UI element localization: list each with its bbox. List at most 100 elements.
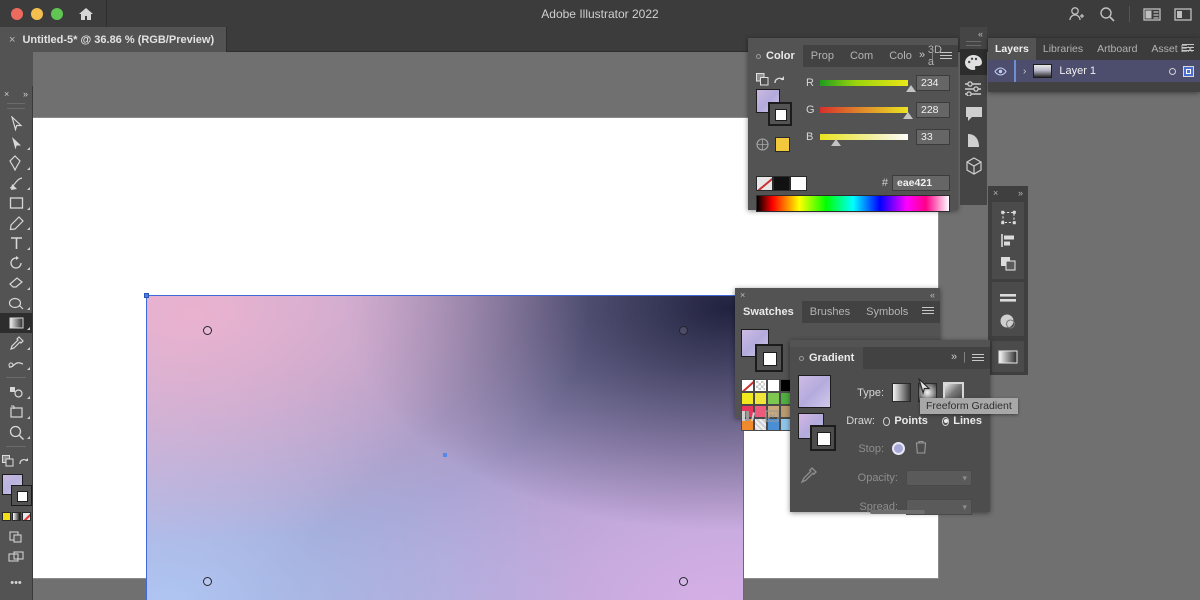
- tool-rectangle[interactable]: [0, 193, 32, 213]
- chevron-right-icon[interactable]: ›: [1023, 66, 1026, 77]
- swatches-panel-tools[interactable]: [922, 305, 934, 316]
- dock-group-transform[interactable]: [992, 202, 1024, 279]
- slider-track-r[interactable]: [820, 79, 908, 87]
- document-tab[interactable]: × Untitled-5* @ 36.86 % (RGB/Preview): [0, 27, 227, 52]
- slider-row-r[interactable]: R 234: [806, 75, 950, 91]
- tab-color-guide[interactable]: Colo: [881, 45, 920, 67]
- color-mode-button[interactable]: [2, 512, 11, 521]
- close-swatches-icon[interactable]: ×: [740, 290, 745, 300]
- layer-selected-indicator[interactable]: [1183, 66, 1194, 77]
- expand-panel-icon[interactable]: »: [919, 49, 925, 61]
- home-icon[interactable]: [77, 5, 95, 23]
- color-panel-tools[interactable]: » |: [919, 49, 952, 61]
- dock-properties-panel[interactable]: [960, 75, 987, 101]
- dock-gradient-panel[interactable]: [992, 345, 1024, 368]
- slider-thumb-b[interactable]: [831, 139, 841, 146]
- opacity-dropdown[interactable]: ▾: [906, 470, 972, 486]
- minimize-window-button[interactable]: [31, 8, 43, 20]
- color-fill-stroke-indicator[interactable]: [756, 89, 792, 127]
- gradient-draw-row[interactable]: Draw: Points Lines: [846, 415, 982, 427]
- swatch-yellow-2[interactable]: [754, 392, 767, 405]
- dock-group-gradient[interactable]: [992, 341, 1024, 372]
- gradient-panel-grip[interactable]: [790, 340, 990, 347]
- slider-track-b[interactable]: [820, 133, 908, 141]
- dock-group-appearance[interactable]: [992, 282, 1024, 336]
- color-panel-grip[interactable]: [748, 38, 958, 45]
- panel-menu-icon[interactable]: [940, 50, 952, 61]
- stroke-swatch[interactable]: [11, 485, 32, 506]
- tool-shaper[interactable]: [0, 293, 32, 313]
- linear-gradient-button[interactable]: [892, 383, 911, 402]
- eyedropper-icon[interactable]: [800, 466, 818, 487]
- dock-3d-panel[interactable]: [960, 153, 987, 179]
- tool-rotate[interactable]: [0, 253, 32, 273]
- tab-symbols[interactable]: Symbols: [858, 301, 916, 323]
- draw-lines-label[interactable]: Lines: [953, 415, 982, 427]
- swap-fill-stroke-icon[interactable]: [0, 451, 32, 471]
- gradient-stroke-swatch[interactable]: [810, 425, 836, 451]
- current-color-swatch[interactable]: [775, 137, 790, 152]
- gradient-preview-swatch[interactable]: [798, 375, 831, 408]
- color-panel-tabs[interactable]: Color Prop Com Colo 3D a » |: [748, 45, 958, 67]
- swatches-panel-tabs[interactable]: Swatches Brushes Symbols: [735, 301, 940, 323]
- tool-gradient[interactable]: [0, 313, 32, 333]
- swatches-panel-header[interactable]: × «: [735, 288, 940, 301]
- tab-gradient[interactable]: Gradient: [790, 347, 863, 369]
- white-swatch[interactable]: [790, 176, 807, 191]
- color-swap-icons[interactable]: [756, 73, 786, 86]
- gradient-stop-top-right[interactable]: [679, 326, 688, 335]
- dock-color-palette-panel[interactable]: [960, 49, 987, 75]
- share-users-icon[interactable]: [1067, 5, 1085, 23]
- dock-collapse-icon[interactable]: «: [960, 27, 987, 41]
- tool-eyedropper[interactable]: [0, 333, 32, 353]
- slider-thumb-g[interactable]: [903, 112, 913, 119]
- close-dock-icon[interactable]: ×: [993, 188, 998, 198]
- gradient-stop-bottom-left[interactable]: [203, 577, 212, 586]
- gradient-stop-top-left[interactable]: [203, 326, 212, 335]
- swatch-libraries-icon[interactable]: [741, 410, 755, 425]
- swatches-footer[interactable]: [741, 410, 779, 425]
- center-anchor-point[interactable]: [443, 453, 447, 457]
- secondary-panel-dock[interactable]: × »: [988, 186, 1028, 375]
- layer-row[interactable]: › Layer 1: [988, 60, 1200, 82]
- slider-track-g[interactable]: [820, 106, 908, 114]
- swatch-yellow-1[interactable]: [741, 392, 754, 405]
- drawing-modes-icon[interactable]: [0, 527, 32, 547]
- draw-points-radio[interactable]: [883, 417, 890, 426]
- color-extra-row[interactable]: [756, 137, 800, 152]
- layers-panel-tabs[interactable]: Layers Libraries Artboard Asset Ex: [988, 38, 1200, 60]
- tools-panel[interactable]: × »: [0, 86, 33, 600]
- tab-libraries[interactable]: Libraries: [1036, 38, 1090, 60]
- eye-icon[interactable]: [994, 67, 1007, 76]
- tool-pen[interactable]: [0, 153, 32, 173]
- value-b[interactable]: 33: [916, 129, 950, 145]
- expand-panel-icon[interactable]: »: [951, 351, 957, 363]
- draw-lines-radio[interactable]: [942, 417, 949, 426]
- search-icon[interactable]: [1098, 5, 1116, 23]
- dock-transform-panel[interactable]: [992, 206, 1024, 229]
- hex-input[interactable]: eae421: [892, 175, 950, 191]
- tab-comments[interactable]: Com: [842, 45, 881, 67]
- swatches-stroke-swatch[interactable]: [755, 344, 783, 372]
- screen-mode-icon[interactable]: [0, 547, 32, 567]
- dock-appearance-panel[interactable]: [992, 309, 1024, 332]
- workspace-switcher-icon[interactable]: [1174, 5, 1192, 23]
- color-mode-buttons[interactable]: [0, 512, 32, 521]
- tool-pencil[interactable]: [0, 213, 32, 233]
- show-swatch-kinds-icon[interactable]: [765, 410, 779, 425]
- close-tools-icon[interactable]: ×: [4, 89, 9, 99]
- tools-drag-grip[interactable]: [7, 103, 25, 109]
- color-spectrum-bar[interactable]: [756, 195, 950, 212]
- expand-tools-icon[interactable]: »: [23, 89, 28, 99]
- tool-curvature[interactable]: [0, 173, 32, 193]
- layer-name[interactable]: Layer 1: [1059, 65, 1096, 77]
- dock-align-panel[interactable]: [992, 229, 1024, 252]
- gradient-panel-tools[interactable]: » |: [951, 351, 984, 363]
- color-panel[interactable]: Color Prop Com Colo 3D a » |: [748, 38, 958, 210]
- gradient-artwork[interactable]: [146, 295, 744, 600]
- layer-row-right[interactable]: [1169, 66, 1194, 77]
- color-fill-stroke-group[interactable]: [756, 73, 800, 152]
- dock-drag-grip[interactable]: [966, 41, 981, 46]
- draw-points-label[interactable]: Points: [894, 415, 928, 427]
- tab-brushes[interactable]: Brushes: [802, 301, 858, 323]
